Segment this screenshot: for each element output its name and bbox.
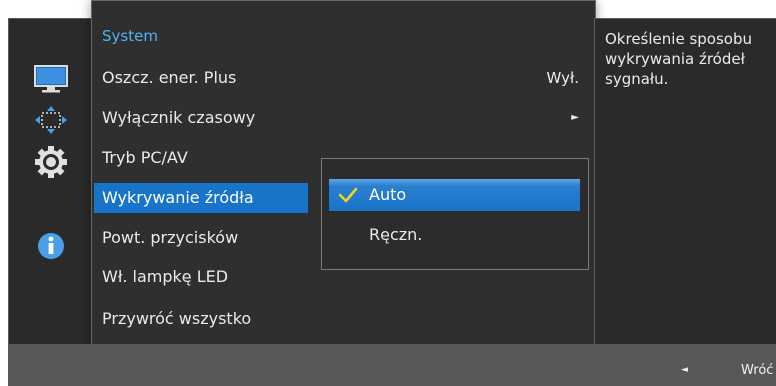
gear-icon[interactable]: [31, 146, 71, 178]
menu-item-off-timer[interactable]: Wyłącznik czasowy: [102, 103, 255, 133]
menu-item-label: Wyłącznik czasowy: [102, 108, 256, 127]
menu-item-reset-all[interactable]: Przywróć wszystko: [102, 304, 251, 334]
submenu-arrow-icon: ►: [571, 112, 579, 123]
info-icon[interactable]: [31, 230, 71, 262]
bottom-bar: [8, 344, 776, 386]
option-manual[interactable]: Ręczn.: [329, 219, 580, 251]
menu-item-label: Przywróć wszystko: [102, 309, 252, 328]
source-detection-options: Auto Ręczn.: [321, 158, 589, 270]
menu-item-label: Tryb PC/AV: [102, 148, 188, 167]
help-panel: Określenie sposobu wykrywania źródeł syg…: [594, 18, 776, 346]
option-auto[interactable]: Auto: [329, 179, 580, 211]
monitor-icon[interactable]: [31, 63, 71, 95]
menu-item-power-saving[interactable]: Oszcz. ener. Plus: [102, 63, 236, 93]
menu-item-label: Oszcz. ener. Plus: [102, 68, 237, 87]
menu-title: System: [102, 27, 158, 45]
category-sidebar: [8, 18, 92, 346]
menu-item-key-repeat[interactable]: Powt. przycisków: [102, 223, 238, 253]
menu-item-label: Wł. lampkę LED: [102, 267, 229, 286]
resize-arrows-icon[interactable]: [31, 104, 71, 136]
menu-item-pc-av-mode[interactable]: Tryb PC/AV: [102, 143, 188, 173]
osd-screen: System Oszcz. ener. Plus Wył. Wyłącznik …: [8, 0, 776, 386]
menu-item-label: Wykrywanie źródła: [102, 188, 254, 207]
power-saving-value: Wył.: [546, 69, 579, 87]
back-button[interactable]: Wróć: [741, 363, 773, 378]
menu-item-label: Powt. przycisków: [102, 228, 239, 247]
help-text: Określenie sposobu wykrywania źródeł syg…: [605, 30, 752, 88]
menu-item-source-detection[interactable]: Wykrywanie źródła: [94, 183, 308, 213]
option-label: Auto: [369, 185, 407, 204]
check-icon: [337, 179, 359, 211]
menu-item-power-led[interactable]: Wł. lampkę LED: [102, 262, 228, 292]
option-label: Ręczn.: [369, 225, 423, 244]
left-arrow-icon: ◄: [681, 365, 688, 375]
